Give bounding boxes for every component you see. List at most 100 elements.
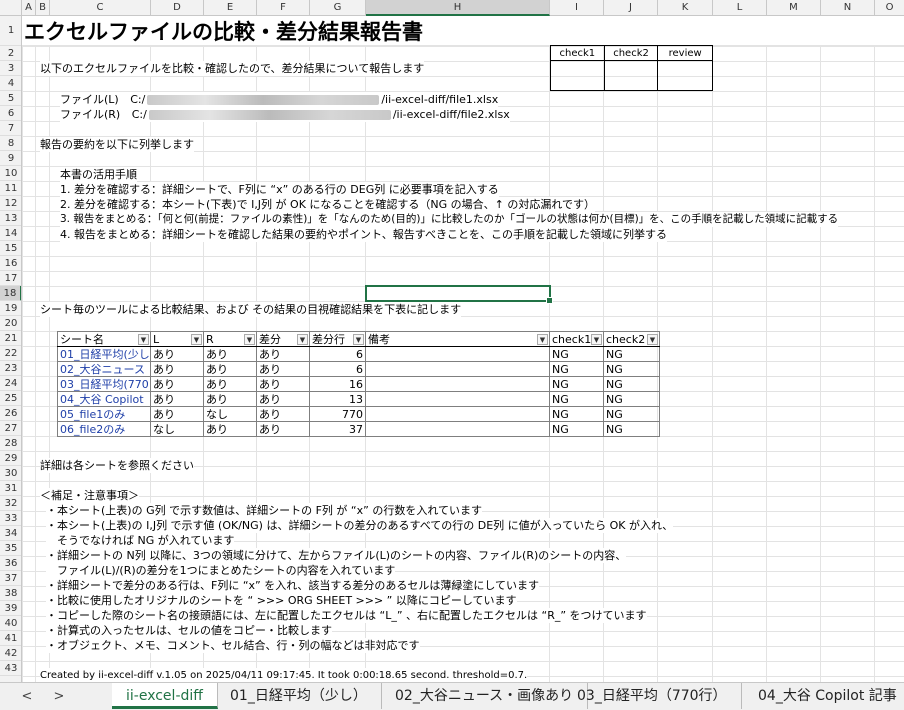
- row-header[interactable]: 34: [0, 526, 21, 541]
- tab-ii-excel-diff[interactable]: ii-excel-diff: [112, 683, 218, 709]
- row-header[interactable]: 37: [0, 571, 21, 586]
- row-header[interactable]: 3: [0, 61, 21, 76]
- cell-l[interactable]: あり: [150, 376, 204, 392]
- row-header[interactable]: 2: [0, 46, 21, 61]
- cell-diff-rows[interactable]: 770: [309, 406, 366, 422]
- active-cell-h18[interactable]: [365, 285, 553, 304]
- cell-remarks[interactable]: [365, 361, 550, 377]
- row-header[interactable]: 1: [0, 16, 21, 46]
- column-header-c[interactable]: C: [50, 0, 151, 16]
- filter-dropdown-icon[interactable]: ▼: [353, 334, 364, 345]
- sheet-link[interactable]: 01_日経平均(少し): [57, 346, 151, 362]
- row-header[interactable]: 19: [0, 301, 21, 316]
- cell-diff-rows[interactable]: 16: [309, 376, 366, 392]
- cell-check2[interactable]: NG: [603, 346, 660, 362]
- tab-01-nikkei[interactable]: 01_日経平均（少し）: [216, 683, 382, 709]
- row-header[interactable]: 41: [0, 631, 21, 646]
- row-header[interactable]: 12: [0, 196, 21, 211]
- cell-r[interactable]: あり: [203, 361, 257, 377]
- row-header[interactable]: 15: [0, 241, 21, 256]
- row-header[interactable]: 22: [0, 346, 21, 361]
- cell-check1[interactable]: NG: [549, 391, 604, 407]
- row-header-selected[interactable]: 18: [0, 286, 21, 301]
- column-header-m[interactable]: M: [767, 0, 821, 16]
- sheet-link[interactable]: 05_file1のみ: [57, 406, 151, 422]
- column-header-i[interactable]: I: [550, 0, 604, 16]
- row-header[interactable]: 13: [0, 211, 21, 226]
- filter-dropdown-icon[interactable]: ▼: [191, 334, 202, 345]
- row-header[interactable]: 20: [0, 316, 21, 331]
- row-header[interactable]: 8: [0, 136, 21, 151]
- cell-l[interactable]: あり: [150, 346, 204, 362]
- row-header[interactable]: 7: [0, 121, 21, 136]
- review-review-cell[interactable]: [657, 60, 713, 91]
- cell-remarks[interactable]: [365, 406, 550, 422]
- row-header[interactable]: 29: [0, 451, 21, 466]
- filter-dropdown-icon[interactable]: ▼: [244, 334, 255, 345]
- header-sheet-name[interactable]: シート名 ▼: [57, 331, 151, 347]
- row-header[interactable]: 21: [0, 331, 21, 346]
- tab-04-ohtani-copilot[interactable]: 04_大谷 Copilot 記事: [744, 683, 904, 709]
- column-header-k[interactable]: K: [658, 0, 713, 16]
- row-header[interactable]: 30: [0, 466, 21, 481]
- select-all-corner[interactable]: [0, 0, 22, 16]
- header-r[interactable]: R ▼: [203, 331, 257, 347]
- cell-diff-rows[interactable]: 6: [309, 346, 366, 362]
- header-l[interactable]: L ▼: [150, 331, 204, 347]
- cell-check2[interactable]: NG: [603, 406, 660, 422]
- cell-l[interactable]: あり: [150, 361, 204, 377]
- row-header[interactable]: 14: [0, 226, 21, 241]
- cell-diff[interactable]: あり: [256, 406, 310, 422]
- header-diff[interactable]: 差分 ▼: [256, 331, 310, 347]
- cell-r[interactable]: あり: [203, 421, 257, 437]
- column-header-d[interactable]: D: [151, 0, 204, 16]
- filter-dropdown-icon[interactable]: ▼: [647, 334, 658, 345]
- row-header[interactable]: 36: [0, 556, 21, 571]
- cell-check2[interactable]: NG: [603, 421, 660, 437]
- row-header[interactable]: 26: [0, 406, 21, 421]
- cell-r[interactable]: あり: [203, 346, 257, 362]
- cell-remarks[interactable]: [365, 421, 550, 437]
- cell-diff-rows[interactable]: 13: [309, 391, 366, 407]
- filter-dropdown-icon[interactable]: ▼: [537, 334, 548, 345]
- row-header[interactable]: 10: [0, 166, 21, 181]
- filter-dropdown-icon[interactable]: ▼: [138, 334, 149, 345]
- cell-remarks[interactable]: [365, 391, 550, 407]
- worksheet-grid[interactable]: エクセルファイルの比較・差分結果報告書 check1 check2 review…: [22, 16, 904, 682]
- cell-check1[interactable]: NG: [549, 361, 604, 377]
- cell-r[interactable]: あり: [203, 376, 257, 392]
- tab-02-ohtani-news[interactable]: 02_大谷ニュース・画像あり: [381, 683, 589, 709]
- row-header[interactable]: 5: [0, 91, 21, 106]
- cell-check1[interactable]: NG: [549, 376, 604, 392]
- row-header[interactable]: 43: [0, 661, 21, 676]
- column-header-a[interactable]: A: [22, 0, 36, 16]
- column-header-n[interactable]: N: [821, 0, 875, 16]
- row-header[interactable]: 23: [0, 361, 21, 376]
- cell-check2[interactable]: NG: [603, 361, 660, 377]
- row-header[interactable]: 33: [0, 511, 21, 526]
- cell-diff-rows[interactable]: 37: [309, 421, 366, 437]
- cell-diff[interactable]: あり: [256, 346, 310, 362]
- cell-diff[interactable]: あり: [256, 421, 310, 437]
- cell-remarks[interactable]: [365, 376, 550, 392]
- row-header[interactable]: 27: [0, 421, 21, 436]
- row-header[interactable]: 42: [0, 646, 21, 661]
- sheet-link[interactable]: 04_大谷 Copilot: [57, 391, 151, 407]
- column-header-g[interactable]: G: [310, 0, 366, 16]
- cell-diff[interactable]: あり: [256, 376, 310, 392]
- column-header-j[interactable]: J: [604, 0, 658, 16]
- tab-03-nikkei-770[interactable]: 03_日経平均（770行）: [563, 683, 742, 709]
- cell-check1[interactable]: NG: [549, 346, 604, 362]
- header-remarks[interactable]: 備考 ▼: [365, 331, 550, 347]
- cell-check1[interactable]: NG: [549, 421, 604, 437]
- row-header[interactable]: 28: [0, 436, 21, 451]
- cell-r[interactable]: あり: [203, 391, 257, 407]
- row-header[interactable]: 6: [0, 106, 21, 121]
- row-header[interactable]: 38: [0, 586, 21, 601]
- row-header[interactable]: 16: [0, 256, 21, 271]
- column-header-l[interactable]: L: [713, 0, 767, 16]
- cell-diff[interactable]: あり: [256, 391, 310, 407]
- header-diff-rows[interactable]: 差分行 ▼: [309, 331, 366, 347]
- row-header[interactable]: 25: [0, 391, 21, 406]
- row-header[interactable]: 31: [0, 481, 21, 496]
